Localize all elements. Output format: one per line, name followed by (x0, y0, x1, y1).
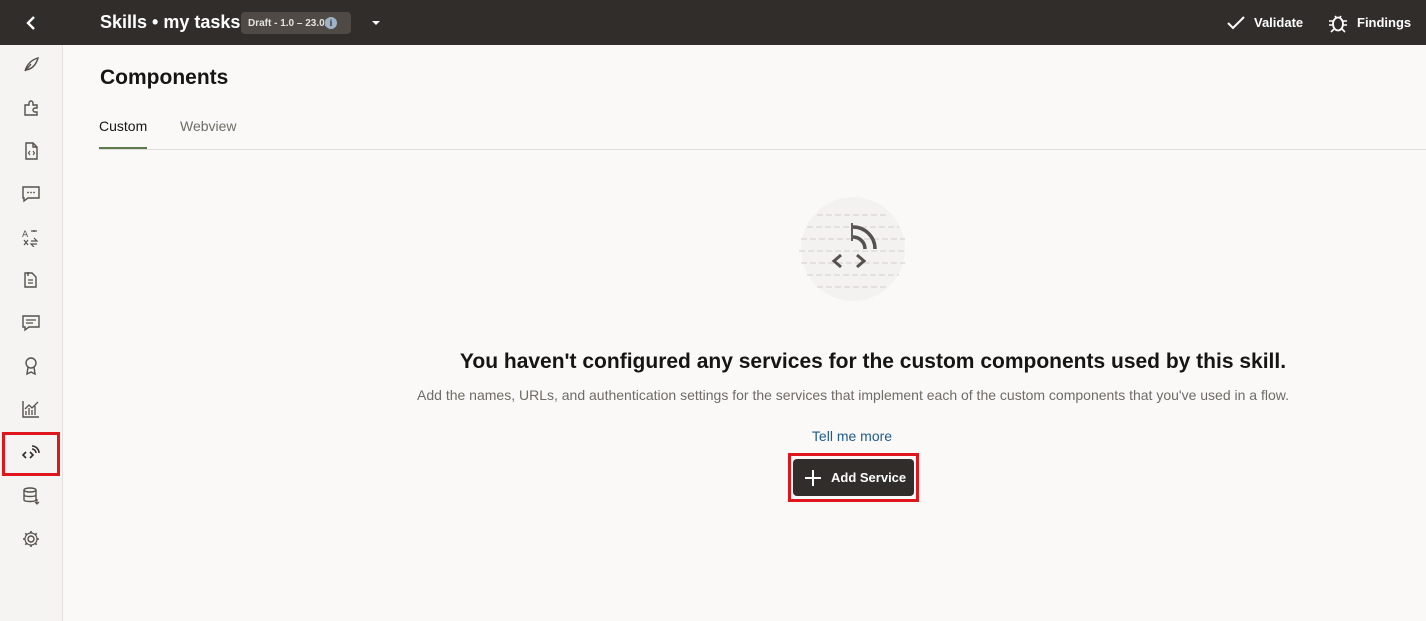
nav-item-entities[interactable] (0, 476, 62, 516)
empty-state-heading: You haven't configured any services for … (459, 350, 1287, 373)
database-icon (23, 487, 40, 505)
empty-state-description: Add the names, URLs, and authentication … (417, 387, 1289, 403)
analytics-icon (22, 401, 39, 418)
caret-down-icon (372, 21, 380, 25)
feather-icon (24, 56, 40, 72)
top-header: Skills • my tasks Draft - 1.0 – 23.02 i … (0, 0, 1426, 45)
nav-item-resources[interactable] (0, 260, 62, 300)
chat-icon (22, 186, 40, 203)
nav-item-translation[interactable]: A (0, 217, 62, 257)
settings-icon (23, 531, 39, 547)
tab-webview[interactable]: Webview (180, 118, 237, 147)
checkmark-icon (1227, 15, 1245, 29)
findings-button[interactable]: Findings (1327, 0, 1411, 45)
nav-item-intents[interactable] (0, 88, 62, 128)
validate-button[interactable]: Validate (1226, 0, 1303, 45)
info-icon[interactable]: i (325, 17, 337, 29)
tab-custom[interactable]: Custom (99, 118, 148, 149)
page-title: Components (100, 66, 229, 89)
award-icon (25, 357, 37, 376)
add-service-label: Add Service (831, 470, 907, 485)
conversation-icon (22, 315, 40, 332)
translate-icon: A (22, 230, 39, 247)
nav-item-components[interactable] (2, 432, 60, 476)
nav-item-messages[interactable] (0, 174, 62, 214)
components-icon (21, 445, 40, 459)
nav-item-flows[interactable] (0, 131, 62, 171)
validate-label: Validate (1254, 15, 1304, 30)
nav-item-quality[interactable] (0, 346, 62, 386)
tell-me-more-link[interactable]: Tell me more (752, 428, 952, 444)
skill-title: Skills • my tasks (100, 12, 241, 32)
svg-text:A: A (22, 230, 29, 240)
puzzle-icon (24, 100, 38, 116)
plus-icon (805, 469, 821, 486)
chevron-left-icon (26, 15, 35, 30)
nav-item-settings[interactable] (0, 519, 62, 559)
add-service-button[interactable]: Add Service (793, 459, 914, 496)
back-button[interactable] (0, 0, 62, 45)
version-dropdown-button[interactable] (368, 15, 384, 31)
nav-item-insights[interactable] (0, 389, 62, 429)
code-file-icon (25, 142, 38, 160)
tab-bar: Custom Webview (99, 110, 1426, 150)
version-label: Draft - 1.0 – 23.02 (248, 17, 331, 29)
components-illustration-icon (799, 197, 907, 301)
documents-icon (24, 272, 37, 288)
findings-label: Findings (1357, 15, 1412, 30)
add-service-highlight: Add Service (788, 453, 919, 502)
nav-item-conversations[interactable] (0, 303, 62, 343)
bug-icon (1329, 15, 1347, 33)
left-nav-rail: A (0, 45, 63, 621)
nav-item-settings-feather[interactable] (0, 45, 62, 85)
version-badge[interactable]: Draft - 1.0 – 23.02 i (241, 12, 351, 34)
